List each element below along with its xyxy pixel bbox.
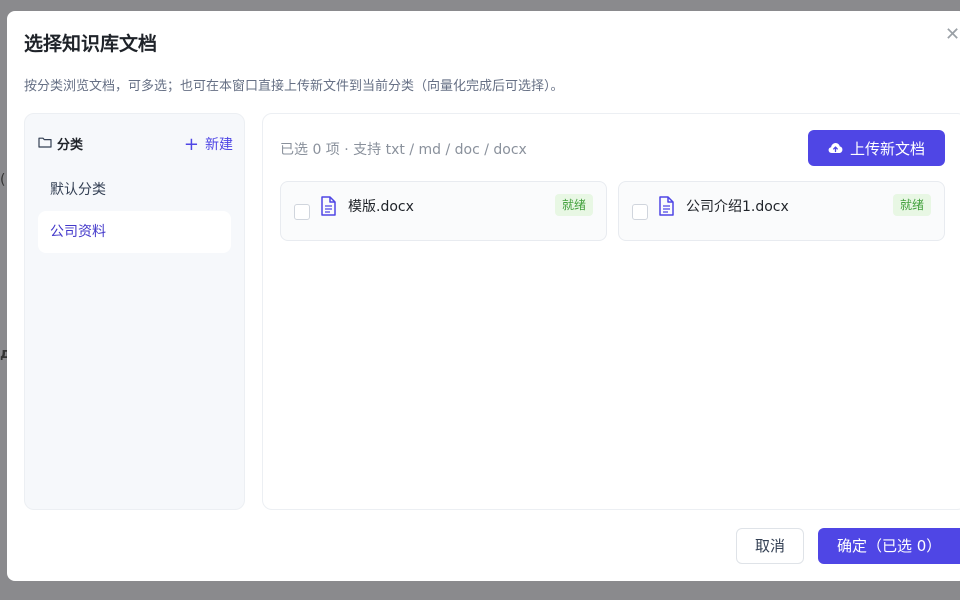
- documents-panel: 已选 0 项 · 支持 txt / md / doc / docx 上传新文档 …: [262, 113, 960, 510]
- document-checkbox[interactable]: [294, 204, 310, 220]
- document-file-icon: [321, 196, 336, 216]
- folder-icon: [38, 137, 52, 148]
- upload-document-button[interactable]: 上传新文档: [808, 130, 945, 166]
- plus-icon: +: [183, 134, 199, 155]
- upload-button-label: 上传新文档: [849, 139, 925, 158]
- sidebar-title: 分类: [57, 138, 84, 153]
- cloud-upload-icon: [828, 143, 843, 153]
- dialog-description: 按分类浏览文档，可多选；也可在本窗口直接上传新文件到当前分类（向量化完成后可选择…: [24, 79, 564, 94]
- status-badge: 就绪: [892, 194, 931, 216]
- document-name: 模版.docx: [348, 199, 414, 215]
- confirm-button[interactable]: 确定（已选 0）: [818, 528, 960, 564]
- document-name: 公司介绍1.docx: [686, 199, 789, 215]
- cancel-button[interactable]: 取消: [736, 528, 804, 564]
- document-checkbox[interactable]: [632, 204, 648, 220]
- new-category-label: 新建: [205, 137, 233, 153]
- status-badge: 就绪: [554, 194, 593, 216]
- new-category-button[interactable]: + 新建: [183, 133, 233, 155]
- document-card[interactable]: 公司介绍1.docx 就绪: [618, 181, 945, 241]
- category-sidebar: 分类 + 新建 默认分类 公司资料: [24, 113, 245, 510]
- select-documents-dialog: 选择知识库文档 ✕ 按分类浏览文档，可多选；也可在本窗口直接上传新文件到当前分类…: [7, 11, 960, 581]
- category-item-company-info[interactable]: 公司资料: [38, 211, 231, 253]
- sidebar-header: 分类 + 新建: [38, 133, 233, 155]
- document-card[interactable]: 模版.docx 就绪: [280, 181, 607, 241]
- category-item-default[interactable]: 默认分类: [38, 169, 231, 211]
- selection-summary: 已选 0 项 · 支持 txt / md / doc / docx: [280, 142, 527, 158]
- document-file-icon: [659, 196, 674, 216]
- close-icon[interactable]: ✕: [945, 26, 960, 44]
- dialog-title: 选择知识库文档: [24, 33, 158, 55]
